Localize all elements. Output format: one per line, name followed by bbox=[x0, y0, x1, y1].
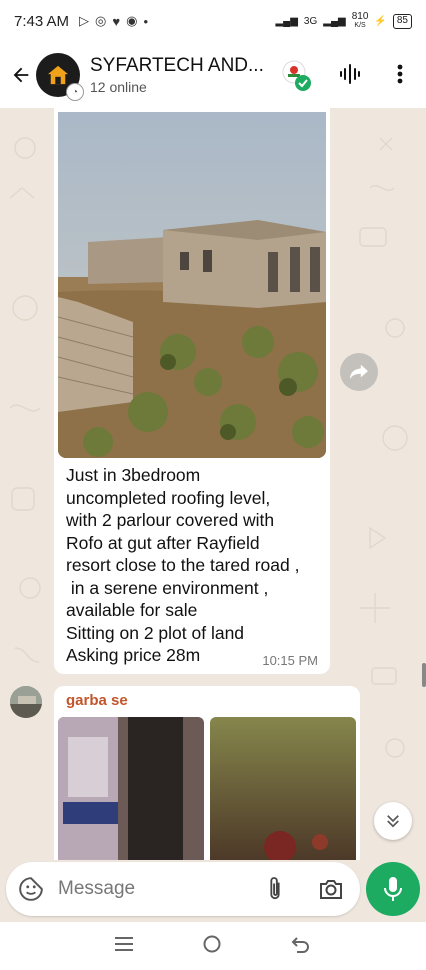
chat-header: ◔ SYFARTECH AND... 12 online bbox=[0, 42, 426, 108]
audio-wave-icon bbox=[340, 64, 360, 84]
caption-line: available for sale bbox=[66, 600, 198, 620]
media-image bbox=[58, 717, 204, 860]
back-curve-icon bbox=[291, 936, 310, 953]
more-vert-icon bbox=[397, 64, 403, 84]
whatsapp-icon: ◎ bbox=[95, 13, 107, 28]
play-icon: ▷ bbox=[79, 13, 90, 28]
media-image bbox=[210, 717, 356, 860]
sender-avatar[interactable] bbox=[10, 686, 42, 718]
caption-line: in a serene environment , bbox=[66, 577, 269, 598]
microphone-icon bbox=[384, 877, 402, 901]
menu-button[interactable] bbox=[390, 62, 410, 91]
community-badge-icon: ◔ bbox=[66, 83, 84, 101]
arrow-left-icon bbox=[13, 67, 29, 83]
status-time: 7:43 AM bbox=[14, 12, 70, 30]
charging-icon: ⚡ bbox=[374, 15, 387, 27]
group-name: SYFARTECH AND... bbox=[90, 55, 264, 76]
online-count: 12 online bbox=[90, 79, 147, 95]
notification-icons: ▷ ◎ ♥ ◉ • bbox=[79, 13, 148, 29]
message-input-bar[interactable]: Message bbox=[6, 862, 360, 916]
data-speed: 810 bbox=[351, 11, 369, 22]
battery-level: 85 bbox=[392, 13, 412, 29]
chat-area[interactable]: Just in 3bedroom uncompleted roofing lev… bbox=[0, 108, 426, 860]
caption-line: Rofo at gut after Rayfield bbox=[66, 532, 260, 553]
chat-title-block[interactable]: SYFARTECH AND... 12 online bbox=[90, 55, 280, 95]
status-bar: 7:43 AM ▷ ◎ ♥ ◉ • ▂▄▆ 3G ▂▄▆ 810 K/S ⚡ 8… bbox=[0, 0, 426, 42]
message-bubble[interactable]: garba se bbox=[54, 686, 360, 860]
message-input[interactable]: Message bbox=[58, 878, 135, 900]
voice-chat-button[interactable] bbox=[338, 62, 362, 91]
signal-icon: ▂▄▆ bbox=[275, 15, 298, 27]
camera-icon bbox=[320, 880, 342, 899]
forward-button[interactable] bbox=[340, 353, 378, 391]
caption-line: uncompleted roofing level, bbox=[66, 487, 271, 508]
message-time: 10:15 PM bbox=[262, 653, 318, 668]
media-thumbnail[interactable] bbox=[58, 717, 204, 860]
caption-line: Sitting on 2 plot of land bbox=[66, 622, 245, 643]
media-thumbnail[interactable] bbox=[210, 717, 356, 860]
scroll-to-bottom-button[interactable] bbox=[374, 802, 412, 840]
sticker-icon bbox=[19, 877, 43, 901]
contact-status-avatar[interactable] bbox=[280, 58, 312, 97]
home-circle-icon bbox=[203, 935, 221, 952]
sticker-button[interactable] bbox=[18, 876, 44, 902]
property-image bbox=[58, 112, 326, 458]
caption-line: Just in 3bedroom bbox=[66, 465, 201, 485]
messenger-icon: ◉ bbox=[126, 13, 138, 28]
forward-arrow-icon bbox=[350, 364, 368, 380]
back-nav-button[interactable] bbox=[291, 935, 311, 958]
sender-avatar-image bbox=[10, 686, 42, 718]
data-speed-unit: K/S bbox=[354, 22, 366, 29]
scrollbar-thumb[interactable] bbox=[422, 663, 426, 687]
menu-lines-icon bbox=[114, 936, 133, 951]
double-chevron-down-icon bbox=[387, 815, 399, 828]
sender-name[interactable]: garba se bbox=[66, 692, 356, 709]
signal-icon-2: ▂▄▆ bbox=[323, 15, 346, 27]
message-caption: Just in 3bedroom uncompleted roofing lev… bbox=[58, 458, 326, 667]
caption-line: with 2 parlour covered with bbox=[66, 510, 275, 530]
dot-icon: • bbox=[143, 13, 149, 29]
message-bubble[interactable]: Just in 3bedroom uncompleted roofing lev… bbox=[54, 108, 330, 674]
network-type: 3G bbox=[303, 15, 318, 27]
group-avatar[interactable]: ◔ bbox=[36, 53, 84, 101]
recents-button[interactable] bbox=[114, 936, 133, 957]
back-button[interactable] bbox=[4, 58, 38, 92]
property-photo[interactable] bbox=[58, 112, 326, 458]
logo-check-icon bbox=[282, 60, 311, 91]
camera-button[interactable] bbox=[318, 877, 344, 901]
home-button[interactable] bbox=[202, 934, 222, 959]
system-nav-bar bbox=[0, 922, 426, 970]
voice-record-button[interactable] bbox=[366, 862, 420, 916]
paperclip-icon bbox=[270, 877, 280, 900]
caption-line: resort close to the tared road , bbox=[66, 555, 300, 575]
heart-icon: ♥ bbox=[112, 13, 121, 29]
house-logo-icon bbox=[48, 65, 68, 85]
attach-button[interactable] bbox=[264, 876, 286, 902]
